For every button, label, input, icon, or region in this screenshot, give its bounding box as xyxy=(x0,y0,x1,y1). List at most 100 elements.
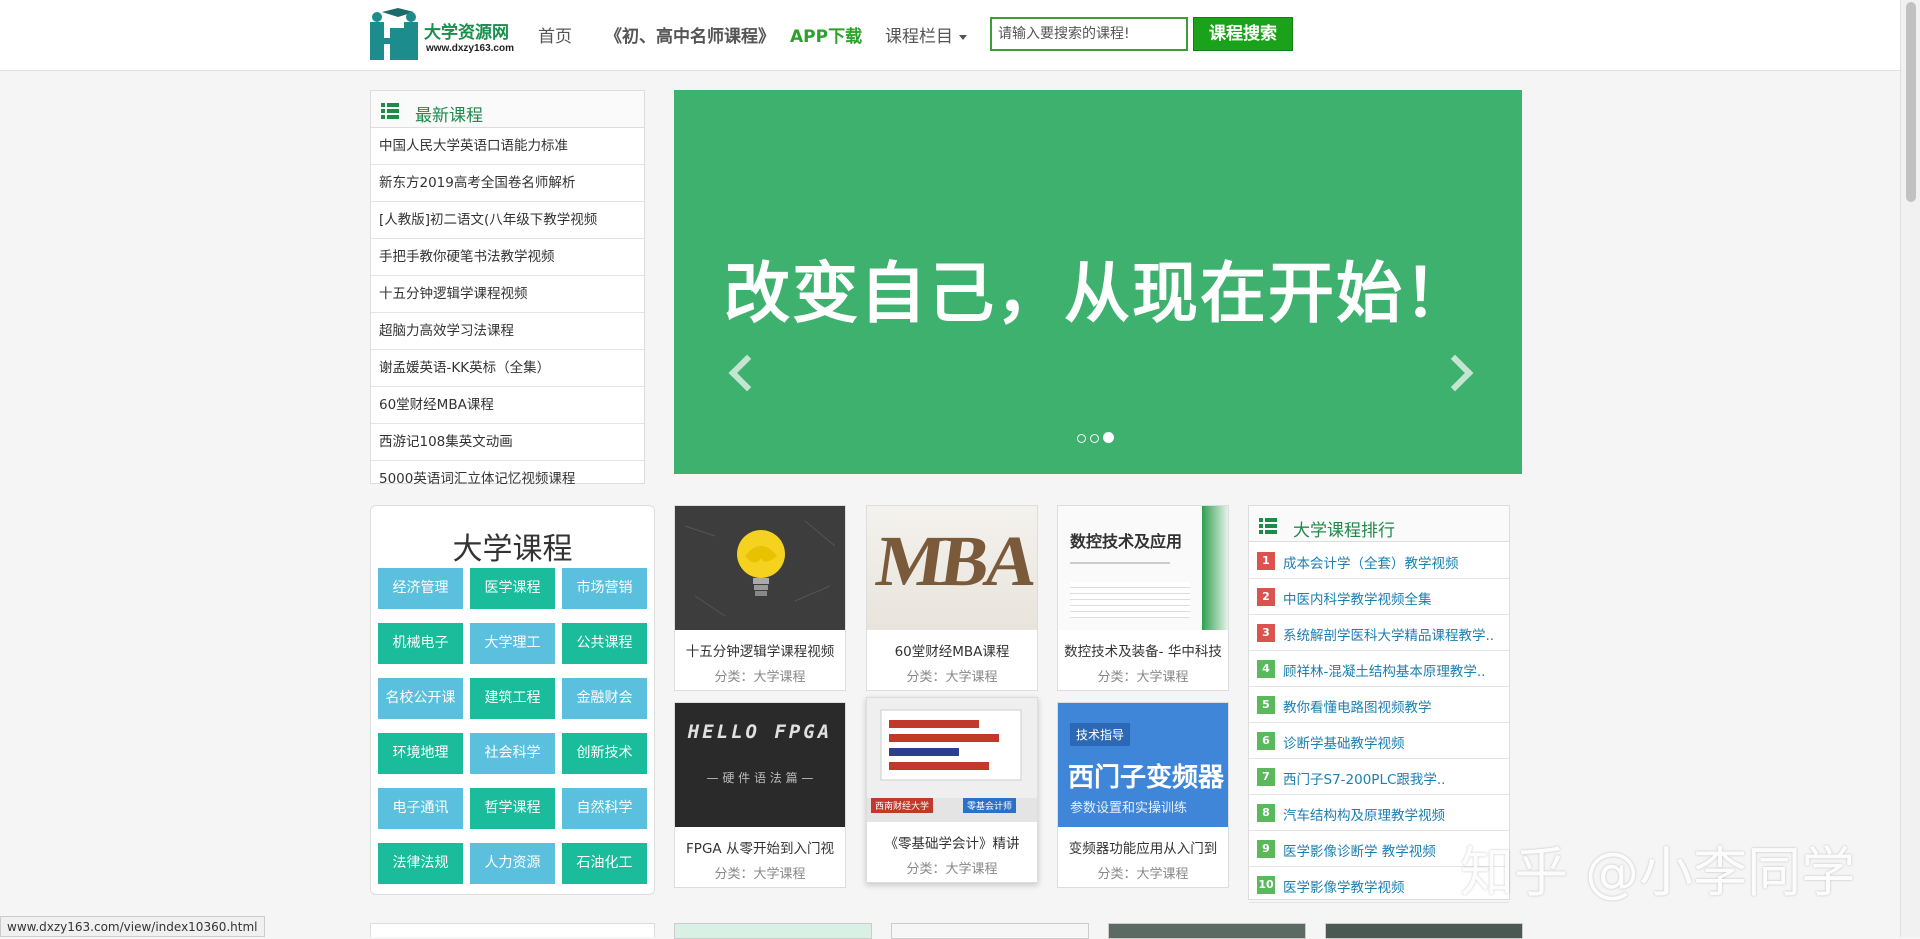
site-logo[interactable]: 大学资源网 www.dxzy163.com xyxy=(368,6,523,64)
category-button[interactable]: 机械电子 xyxy=(378,623,463,664)
list-icon xyxy=(1259,518,1277,534)
course-thumbnail: HELLO FPGA — 硬 件 语 法 篇 — xyxy=(675,703,845,827)
carousel-next-icon[interactable] xyxy=(1436,354,1474,392)
latest-course-link[interactable]: 手把手教你硬笔书法教学视频 xyxy=(371,239,644,276)
course-thumbnail xyxy=(675,506,845,630)
search-input[interactable] xyxy=(990,17,1188,51)
rank-number-badge: 7 xyxy=(1257,768,1275,786)
ranking-item[interactable]: 6 诊断学基础教学视频 xyxy=(1249,722,1509,759)
thumb-tech-tag: 技术指导 xyxy=(1070,723,1131,746)
zhihu-watermark: 知乎 @小李同学 xyxy=(1460,841,1856,904)
course-thumbnail: 数控技术及应用 xyxy=(1058,506,1228,630)
logo-name: 大学资源网 xyxy=(424,23,509,43)
ranking-item[interactable]: 5 教你看懂电路图视频教学 xyxy=(1249,686,1509,723)
latest-course-link[interactable]: 十五分钟逻辑学课程视频 xyxy=(371,276,644,313)
rank-number-badge: 8 xyxy=(1257,804,1275,822)
category-button[interactable]: 金融财会 xyxy=(562,678,647,719)
latest-course-link[interactable]: 5000英语词汇立体记忆视频课程 xyxy=(371,461,644,497)
latest-course-link[interactable]: [人教版]初二语文(八年级下教学视频 xyxy=(371,202,644,239)
thumb-tag-accounting: 零基会计师 xyxy=(963,798,1017,813)
thumb-fpga-sub: — 硬 件 语 法 篇 — xyxy=(706,771,814,785)
category-button[interactable]: 法律法规 xyxy=(378,843,463,884)
carousel-dot-active[interactable] xyxy=(1103,432,1114,443)
latest-course-link[interactable]: 中国人民大学英语口语能力标准 xyxy=(371,128,644,165)
latest-course-link[interactable]: 超脑力高效学习法课程 xyxy=(371,313,644,350)
latest-course-link[interactable]: 新东方2019高考全国卷名师解析 xyxy=(371,165,644,202)
ranking-header: 大学课程排行 xyxy=(1249,506,1509,542)
course-card[interactable]: 十五分钟逻辑学课程视频 分类：大学课程 xyxy=(674,505,846,691)
category-button[interactable]: 建筑工程 xyxy=(470,678,555,719)
nav-course-columns[interactable]: 课程栏目 xyxy=(885,22,967,47)
nav-home[interactable]: 首页 xyxy=(538,22,572,47)
category-button[interactable]: 名校公开课 xyxy=(378,678,463,719)
category-button[interactable]: 哲学课程 xyxy=(470,788,555,829)
top-nav: 大学资源网 www.dxzy163.com 首页 《初、高中名师课程》 APP下… xyxy=(0,0,1900,71)
latest-course-link[interactable]: 谢孟媛英语-KK英标（全集） xyxy=(371,350,644,387)
scrollbar-thumb[interactable] xyxy=(1906,2,1916,202)
ranking-item[interactable]: 3 系统解剖学医科大学精品课程教学.. xyxy=(1249,614,1509,651)
latest-course-link[interactable]: 西游记108集英文动画 xyxy=(371,424,644,461)
ranking-item[interactable]: 4 顾祥林-混凝土结构基本原理教学.. xyxy=(1249,650,1509,687)
latest-courses-panel: 最新课程 中国人民大学英语口语能力标准 新东方2019高考全国卷名师解析 [人教… xyxy=(370,90,645,487)
category-button[interactable]: 自然科学 xyxy=(562,788,647,829)
ranking-item-label: 系统解剖学医科大学精品课程教学.. xyxy=(1283,628,1495,644)
course-card-category: 分类：大学课程 xyxy=(1097,867,1189,882)
list-icon xyxy=(381,103,399,119)
category-button[interactable]: 人力资源 xyxy=(470,843,555,884)
rank-number-badge: 3 xyxy=(1257,624,1275,642)
course-card-category: 分类：大学课程 xyxy=(714,670,806,685)
partial-panel xyxy=(370,923,655,937)
course-card[interactable]: 技术指导 西门子变频器 参数设置和实操训练 变频器功能应用从入门到 分类：大学课… xyxy=(1057,702,1229,888)
ranking-item-label: 顾祥林-混凝土结构基本原理教学.. xyxy=(1283,664,1486,680)
course-card-category: 分类：大学课程 xyxy=(906,670,998,685)
category-button[interactable]: 电子通讯 xyxy=(378,788,463,829)
page-scrollbar[interactable] xyxy=(1900,0,1920,937)
ranking-item[interactable]: 8 汽车结构构及原理教学视频 xyxy=(1249,794,1509,831)
ranking-item[interactable]: 7 西门子S7-200PLC跟我学.. xyxy=(1249,758,1509,795)
course-card[interactable]: MBA 60堂财经MBA课程 分类：大学课程 xyxy=(866,505,1038,691)
course-card[interactable]: HELLO FPGA — 硬 件 语 法 篇 — FPGA 从零开始到入门视 分… xyxy=(674,702,846,888)
rank-number-badge: 6 xyxy=(1257,732,1275,750)
ranking-item-label: 中医内科学教学视频全集 xyxy=(1283,592,1432,608)
university-courses-title: 大学课程 xyxy=(452,532,573,567)
carousel-dot[interactable] xyxy=(1090,434,1099,443)
nav-app-download[interactable]: APP下载 xyxy=(790,22,862,47)
course-card[interactable]: 西南财经大学 零基会计师 《零基础学会计》精讲 分类：大学课程 xyxy=(866,697,1038,883)
ranking-item-label: 教你看懂电路图视频教学 xyxy=(1283,700,1432,716)
ranking-item-label: 汽车结构构及原理教学视频 xyxy=(1283,808,1445,824)
ranking-item[interactable]: 2 中医内科学教学视频全集 xyxy=(1249,578,1509,615)
course-thumbnail: MBA xyxy=(867,506,1037,630)
course-thumbnail: 技术指导 西门子变频器 参数设置和实操训练 xyxy=(1058,703,1228,827)
category-button[interactable]: 大学理工 xyxy=(470,623,555,664)
hero-carousel[interactable]: 改变自己，从现在开始！ xyxy=(674,90,1522,474)
ranking-item[interactable]: 1 成本会计学（全套）教学视频 xyxy=(1249,542,1509,579)
thumb-mba-text: MBA xyxy=(871,521,1037,601)
category-button[interactable]: 石油化工 xyxy=(562,843,647,884)
thumb-book-title: 数控技术及应用 xyxy=(1070,532,1183,551)
category-button[interactable]: 经济管理 xyxy=(378,568,463,609)
latest-courses-title: 最新课程 xyxy=(415,106,483,126)
nav-masters-courses[interactable]: 《初、高中名师课程》 xyxy=(605,22,775,47)
course-card-title: 数控技术及装备- 华中科技 xyxy=(1064,644,1222,660)
latest-course-link[interactable]: 60堂财经MBA课程 xyxy=(371,387,644,424)
category-button[interactable]: 环境地理 xyxy=(378,733,463,774)
category-button[interactable]: 公共课程 xyxy=(562,623,647,664)
carousel-dot[interactable] xyxy=(1077,434,1086,443)
category-button[interactable]: 市场营销 xyxy=(562,568,647,609)
category-button[interactable]: 创新技术 xyxy=(562,733,647,774)
latest-courses-header: 最新课程 xyxy=(371,91,644,128)
carousel-prev-icon[interactable] xyxy=(728,354,766,392)
rank-number-badge: 5 xyxy=(1257,696,1275,714)
carousel-slogan: 改变自己，从现在开始！ xyxy=(724,255,1472,332)
search-button[interactable]: 课程搜索 xyxy=(1193,17,1293,51)
category-button[interactable]: 社会科学 xyxy=(470,733,555,774)
ranking-item-label: 成本会计学（全套）教学视频 xyxy=(1283,556,1459,572)
lightbulb-icon xyxy=(675,506,845,630)
browser-status-bar: www.dxzy163.com/view/index10360.html xyxy=(0,916,265,937)
course-card-category: 分类：大学课程 xyxy=(1097,670,1189,685)
course-card[interactable]: 数控技术及应用 数控技术及装备- 华中科技 分类：大学课程 xyxy=(1057,505,1229,691)
category-button[interactable]: 医学课程 xyxy=(470,568,555,609)
course-card-title: FPGA 从零开始到入门视 xyxy=(686,841,834,857)
course-thumbnail: 西南财经大学 零基会计师 xyxy=(867,698,1037,822)
ranking-item-label: 诊断学基础教学视频 xyxy=(1283,736,1405,752)
